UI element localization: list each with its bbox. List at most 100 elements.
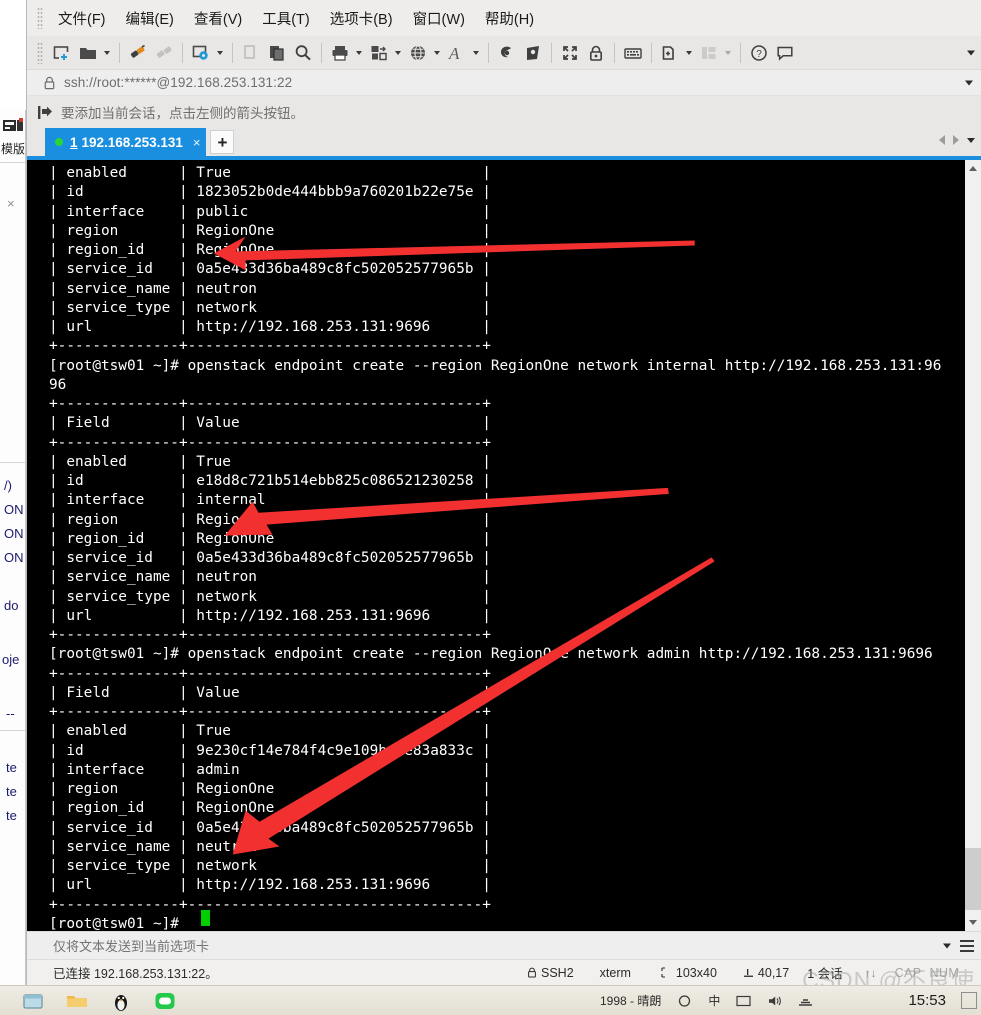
terminal-scrollbar[interactable] [964, 160, 981, 931]
keyboard-icon[interactable] [621, 41, 645, 65]
status-cursor-label: 40,17 [757, 965, 790, 980]
toolbar-grip[interactable] [37, 41, 43, 64]
address-value[interactable]: ssh://root:******@192.168.253.131:22 [64, 75, 292, 90]
terminal-screen[interactable]: | enabled | True | | id | 1823052b0de444… [27, 160, 964, 931]
cloud-icon[interactable] [677, 993, 692, 1008]
fullscreen-icon[interactable] [558, 41, 582, 65]
toolbar-separator [119, 42, 120, 63]
new-tab-button[interactable]: + [210, 130, 235, 154]
tab-192-168-253-131[interactable]: 1 192.168.253.131 × [45, 128, 207, 156]
hamburger-icon[interactable] [960, 939, 974, 952]
up-down-arrows-icon: ↑↓ [864, 965, 877, 980]
open-folder-icon[interactable] [76, 41, 100, 65]
comment-icon[interactable] [773, 41, 797, 65]
status-sessions: 1 会话 [807, 967, 843, 981]
close-icon[interactable]: × [193, 135, 201, 150]
background-fragment: te [6, 808, 17, 823]
session-options-icon[interactable] [189, 41, 213, 65]
print-icon[interactable] [328, 41, 352, 65]
volume-icon[interactable] [767, 994, 782, 1008]
taskbar: 1998 - 晴朗 中 15:53 [0, 985, 981, 1015]
menu-tools[interactable]: 工具(T) [253, 5, 319, 32]
address-bar[interactable]: ssh://root:******@192.168.253.131:22 [27, 70, 981, 96]
status-cursor: 40,17 [743, 966, 789, 980]
lock-icon [44, 76, 55, 89]
status-connection: 已连接 192.168.253.131:22。 [53, 967, 218, 981]
connected-dot-icon [55, 138, 63, 146]
log-session-icon[interactable] [495, 41, 519, 65]
globe-icon[interactable] [406, 41, 430, 65]
status-size: 103x40 [661, 966, 717, 980]
wechat-icon[interactable] [154, 990, 176, 1012]
scroll-up-button[interactable] [965, 160, 981, 177]
menu-window[interactable]: 窗口(W) [404, 5, 474, 32]
paste-icon[interactable] [265, 41, 289, 65]
toolbar-overflow-chevron-down-icon[interactable] [967, 50, 975, 55]
background-fragment: ON [4, 550, 24, 565]
divider [0, 162, 25, 163]
toolbar-separator [232, 42, 233, 63]
add-session-arrow-icon[interactable] [37, 105, 53, 120]
background-fragment: ON [4, 526, 24, 541]
lock-icon [528, 967, 536, 978]
status-bar: 已连接 192.168.253.131:22。 SSH2 xterm 103x4… [27, 959, 981, 985]
taskbar-notify-area: 1998 - 晴朗 中 [600, 992, 813, 1009]
background-fragment: te [6, 784, 17, 799]
show-desktop-button[interactable] [961, 992, 977, 1009]
next-tab-icon[interactable] [953, 135, 959, 145]
find-icon[interactable] [291, 41, 315, 65]
font-chevron-down-icon[interactable] [470, 41, 481, 65]
chat-window-icon[interactable] [521, 41, 545, 65]
background-window-strip[interactable]: 模版 × /) ON ON ON do oje -- te te te [0, 110, 26, 985]
menu-edit[interactable]: 编辑(E) [117, 5, 183, 32]
help-icon[interactable]: ? [747, 41, 771, 65]
keyboard-tray-icon[interactable] [736, 994, 751, 1008]
send-text-chevron-down-icon[interactable] [943, 943, 951, 948]
tab-nav-controls [939, 128, 975, 152]
print-chevron-down-icon[interactable] [353, 41, 364, 65]
menu-file[interactable]: 文件(F) [49, 5, 115, 32]
tab-list-chevron-down-icon[interactable] [967, 137, 975, 143]
background-fragment: oje [2, 652, 20, 667]
font-icon[interactable]: A [445, 41, 469, 65]
session-options-chevron-down-icon[interactable] [214, 41, 225, 65]
tile-disabled-icon [697, 41, 721, 65]
hint-text: 要添加当前会话，点击左侧的箭头按钮。 [61, 106, 304, 121]
clock-time[interactable]: 15:53 [908, 993, 946, 1008]
status-num: NUM [929, 965, 960, 980]
window-icon[interactable] [22, 990, 44, 1012]
status-protocol-label: SSH2 [541, 965, 574, 980]
network-icon[interactable] [798, 994, 813, 1008]
add-bookmark-chevron-down-icon[interactable] [683, 41, 694, 65]
menu-view[interactable]: 查看(V) [185, 5, 251, 32]
weather-label[interactable]: 1998 - 晴朗 [600, 992, 661, 1009]
add-bookmark-icon[interactable] [658, 41, 682, 65]
address-chevron-down-icon[interactable] [965, 80, 973, 85]
status-size-label: 103x40 [675, 965, 717, 980]
prev-tab-icon[interactable] [939, 135, 945, 145]
menu-help[interactable]: 帮助(H) [476, 5, 543, 32]
scrollbar-thumb[interactable] [965, 848, 981, 910]
toolbar-separator [321, 42, 322, 63]
lock-icon[interactable] [584, 41, 608, 65]
cursor-pos-icon [743, 969, 753, 977]
tab-bar: 1 192.168.253.131 × + [27, 128, 981, 160]
scrollbar-track[interactable] [965, 177, 981, 914]
send-text-bar[interactable]: 仅将文本发送到当前选项卡 [27, 931, 981, 959]
status-emulation: xterm [599, 965, 631, 980]
open-folder-chevron-down-icon[interactable] [101, 41, 112, 65]
background-window-label: 模版 [1, 142, 26, 156]
scroll-down-button[interactable] [965, 914, 981, 931]
menu-grip[interactable] [37, 7, 43, 29]
background-fragment: /) [4, 478, 12, 493]
connect-icon[interactable] [126, 41, 150, 65]
folder-icon[interactable] [66, 990, 88, 1012]
ime-icon[interactable]: 中 [708, 992, 720, 1009]
transfer-icon[interactable] [367, 41, 391, 65]
menu-tabs[interactable]: 选项卡(B) [321, 5, 402, 32]
penguin-icon[interactable] [110, 990, 132, 1012]
terminal-area: | enabled | True | | id | 1823052b0de444… [27, 160, 981, 931]
globe-chevron-down-icon[interactable] [431, 41, 442, 65]
transfer-chevron-down-icon[interactable] [392, 41, 403, 65]
new-session-icon[interactable] [50, 41, 74, 65]
